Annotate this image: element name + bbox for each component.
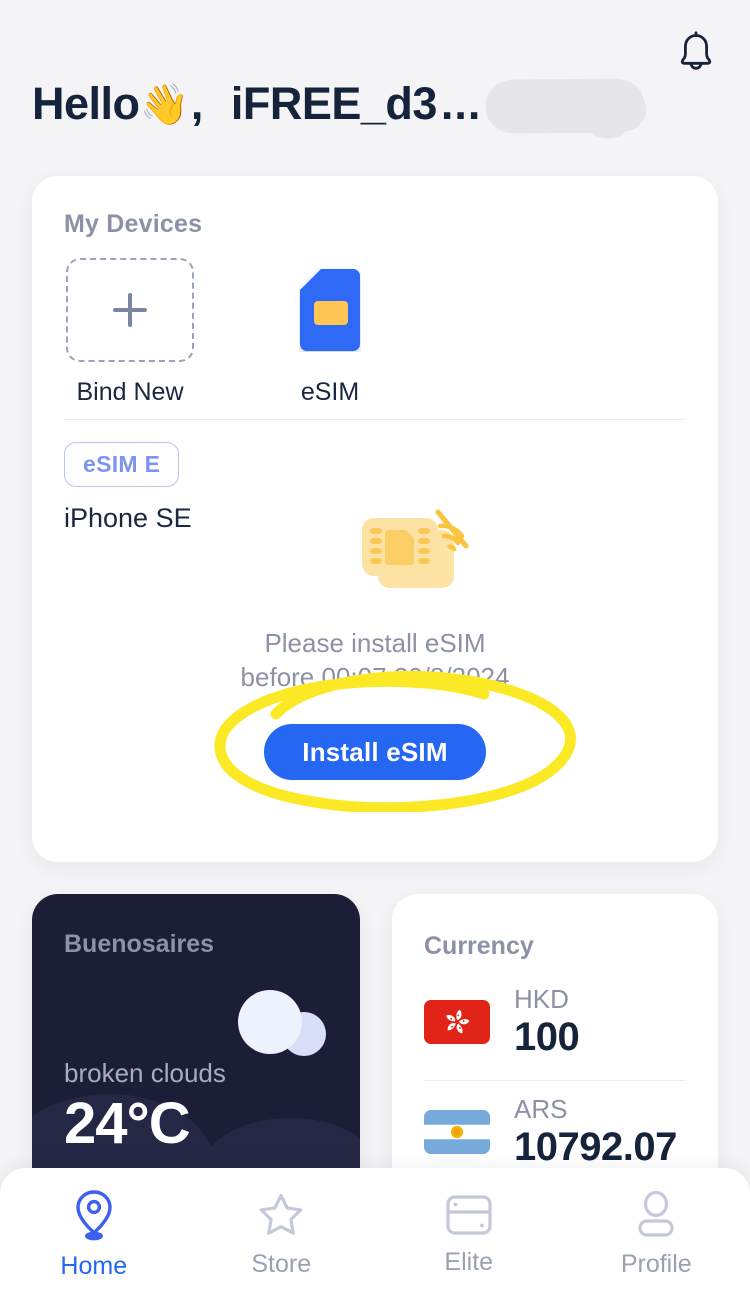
nav-item-store[interactable]: Store (188, 1168, 376, 1294)
currency-title: Currency (424, 932, 534, 960)
device-tile-strip: Bind New eSIM (64, 258, 396, 407)
install-note: Please install eSIM before 00:07 20/8/20… (32, 626, 718, 694)
card-icon (446, 1194, 492, 1235)
bell-icon (680, 31, 712, 70)
my-devices-title: My Devices (64, 210, 203, 238)
sim-card-icon-wrap (266, 258, 394, 362)
currency-amount: 100 (514, 1015, 580, 1059)
username: iFREE_d3 (230, 78, 438, 129)
currency-code: ARS (514, 1094, 568, 1124)
device-model-name: iPhone SE (64, 503, 192, 533)
person-icon (638, 1190, 674, 1237)
greeting: Hello 👋 , iFREE_d3 ... (32, 78, 481, 130)
hong-kong-flag-icon (424, 1000, 490, 1044)
nav-label-elite: Elite (444, 1247, 494, 1276)
esim-illustration-wrap (354, 506, 484, 596)
esim-tile-label: eSIM (300, 378, 360, 406)
esim-no-signal-icon (362, 509, 469, 588)
currency-row: ARS 10792.07 (424, 1094, 677, 1170)
currency-divider (424, 1080, 686, 1081)
my-devices-card: My Devices Bind New eSIM eSIM E iPhone S… (32, 176, 718, 862)
currency-code: HKD (514, 984, 569, 1014)
currency-amount: 10792.07 (514, 1125, 677, 1169)
plus-icon (113, 293, 147, 327)
nav-item-home[interactable]: Home (0, 1168, 188, 1294)
username-ellipsis: ... (440, 78, 482, 129)
weather-description: broken clouds (64, 1058, 226, 1088)
currency-values: ARS 10792.07 (514, 1094, 677, 1170)
cloud-icon (238, 990, 326, 1056)
greeting-hello: Hello (32, 78, 140, 129)
esim-status-badge: eSIM E (64, 442, 180, 487)
app-screen: Hello 👋 , iFREE_d3 ... My Devices Bind N… (0, 0, 750, 1294)
currency-row: HKD 100 (424, 984, 580, 1060)
esim-device-tile[interactable]: eSIM (264, 258, 396, 407)
weather-card[interactable]: Buenosaires broken clouds 24°C (32, 894, 360, 1194)
nav-label-store: Store (251, 1249, 312, 1278)
install-esim-button[interactable]: Install eSIM (264, 724, 486, 780)
argentina-flag (424, 1110, 490, 1154)
notification-bell-button[interactable] (672, 28, 720, 76)
waving-hand-icon: 👋 (139, 82, 190, 127)
devices-divider (64, 419, 686, 420)
redaction-scribble (485, 78, 645, 134)
star-icon (259, 1193, 303, 1235)
install-note-line2: before 00:07 20/8/2024 (240, 662, 510, 692)
currency-card[interactable]: Currency HKD 100 ARS 10792.07 (392, 894, 718, 1194)
weather-city: Buenosaires (64, 930, 215, 958)
install-note-line1: Please install eSIM (264, 628, 486, 658)
argentina-flag-icon (424, 1110, 490, 1154)
bind-new-device-tile[interactable]: Bind New (64, 258, 196, 407)
greeting-comma: , (190, 78, 204, 129)
sim-card-icon (300, 269, 360, 351)
cloud-icon-wrap (236, 990, 332, 1056)
currency-values: HKD 100 (514, 984, 580, 1060)
nav-item-elite[interactable]: Elite (375, 1168, 563, 1294)
nav-label-home: Home (60, 1251, 128, 1280)
bind-new-dashed-box[interactable] (66, 258, 194, 362)
location-pin-icon (76, 1189, 112, 1240)
hong-kong-flag (424, 1000, 490, 1044)
header: Hello 👋 , iFREE_d3 ... (0, 0, 750, 168)
nav-label-profile: Profile (620, 1249, 692, 1278)
bind-new-label: Bind New (76, 378, 184, 406)
bottom-navigation-bar: Home Store Elite Profile (0, 1168, 750, 1294)
nav-item-profile[interactable]: Profile (563, 1168, 750, 1294)
weather-temperature: 24°C (64, 1091, 191, 1156)
